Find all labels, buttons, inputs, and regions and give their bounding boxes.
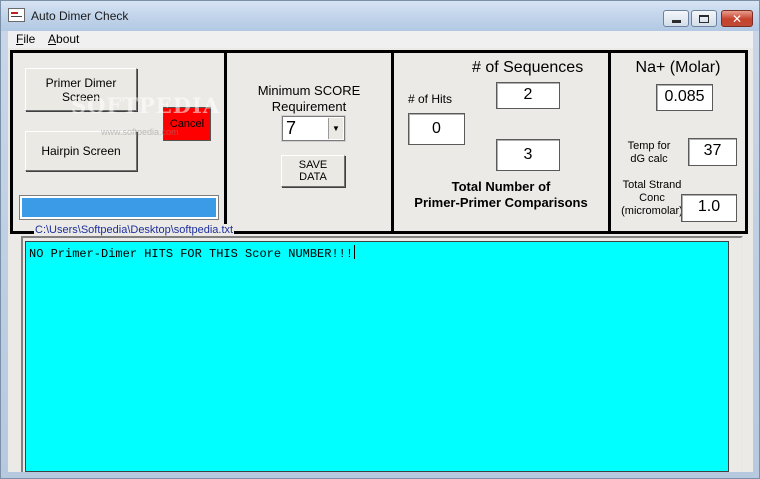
- minimize-icon: [671, 20, 681, 23]
- comparisons-field[interactable]: 3: [496, 139, 560, 171]
- client-area: Primer Dimer Screen Hairpin Screen Cance…: [8, 48, 753, 472]
- score-select[interactable]: 7 ▼: [281, 115, 346, 142]
- output-textarea[interactable]: NO Primer-Dimer HITS FOR THIS Score NUMB…: [25, 241, 729, 472]
- progress-bar: [19, 195, 219, 220]
- score-select-value: 7: [286, 118, 297, 138]
- conditions-panel: Na+ (Molar) 0.085 Temp for dG calc 37 To…: [608, 50, 748, 234]
- menu-file[interactable]: File: [16, 32, 35, 46]
- temp-label: Temp for dG calc: [627, 140, 671, 165]
- na-field[interactable]: 0.085: [656, 84, 713, 111]
- comparison-panel: # of Sequences # of Hits 2 0 3 Total Num…: [391, 50, 611, 234]
- screen-panel: Primer Dimer Screen Hairpin Screen Cance…: [10, 50, 227, 234]
- min-score-label: Minimum SCORE Requirement: [257, 83, 361, 114]
- temp-field[interactable]: 37: [688, 138, 737, 166]
- menu-about[interactable]: About: [48, 32, 79, 46]
- close-button[interactable]: ✕: [721, 10, 753, 27]
- save-data-button[interactable]: SAVE DATA: [281, 155, 345, 187]
- window-title: Auto Dimer Check: [31, 9, 129, 23]
- text-caret: [354, 245, 356, 259]
- chevron-down-icon[interactable]: ▼: [328, 118, 343, 139]
- strand-conc-field[interactable]: 1.0: [681, 194, 737, 222]
- title-bar[interactable]: Auto Dimer Check ✕: [1, 1, 759, 31]
- hairpin-screen-button[interactable]: Hairpin Screen: [25, 131, 137, 171]
- app-icon: [8, 8, 25, 22]
- primer-dimer-screen-button[interactable]: Primer Dimer Screen: [25, 68, 137, 111]
- close-icon: ✕: [731, 11, 743, 26]
- comparisons-label: Total Number of Primer-Primer Comparison…: [414, 179, 588, 210]
- hits-label: # of Hits: [408, 92, 453, 106]
- output-text: NO Primer-Dimer HITS FOR THIS Score NUMB…: [29, 245, 356, 261]
- menu-bar: File About: [8, 31, 753, 48]
- cancel-button[interactable]: Cancel: [163, 107, 211, 141]
- na-label: Na+ (Molar): [635, 59, 721, 76]
- score-panel: Minimum SCORE Requirement 7 ▼ SAVE DATA: [224, 50, 394, 234]
- hits-field[interactable]: 0: [408, 113, 465, 145]
- strand-conc-label: Total Strand Conc (micromolar): [621, 179, 683, 217]
- app-window: Auto Dimer Check ✕ File About Primer Dim…: [0, 0, 760, 479]
- file-path-label: C:\Users\Softpedia\Desktop\softpedia.txt: [34, 224, 235, 236]
- minimize-button[interactable]: [663, 10, 689, 27]
- sequences-label: # of Sequences: [472, 59, 584, 76]
- sequences-field[interactable]: 2: [496, 82, 560, 109]
- maximize-button[interactable]: [691, 10, 717, 27]
- maximize-icon: [699, 14, 709, 23]
